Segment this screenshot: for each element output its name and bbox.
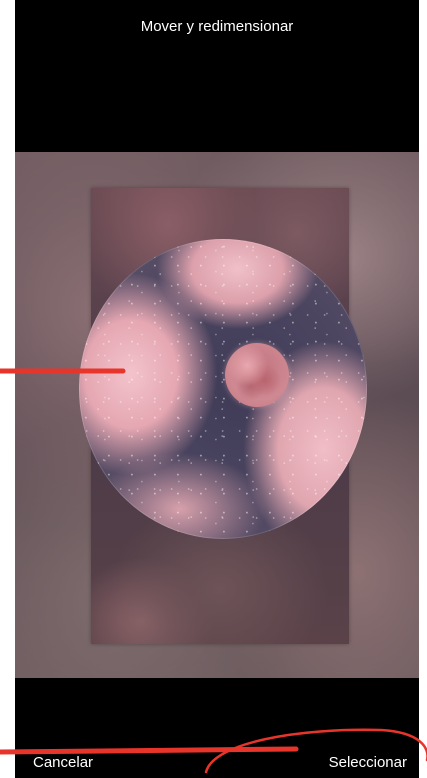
crop-circle[interactable] [79, 239, 367, 539]
bottom-action-bar: Cancelar Seleccionar [15, 748, 419, 778]
moon-image [225, 343, 289, 407]
photo-crop-screen: Mover y redimensionar Cancelar Seleccion… [15, 0, 419, 778]
starfield [79, 239, 367, 539]
cancel-button[interactable]: Cancelar [33, 754, 93, 771]
screen-title: Mover y redimensionar [140, 18, 294, 35]
select-button[interactable]: Seleccionar [329, 754, 407, 771]
